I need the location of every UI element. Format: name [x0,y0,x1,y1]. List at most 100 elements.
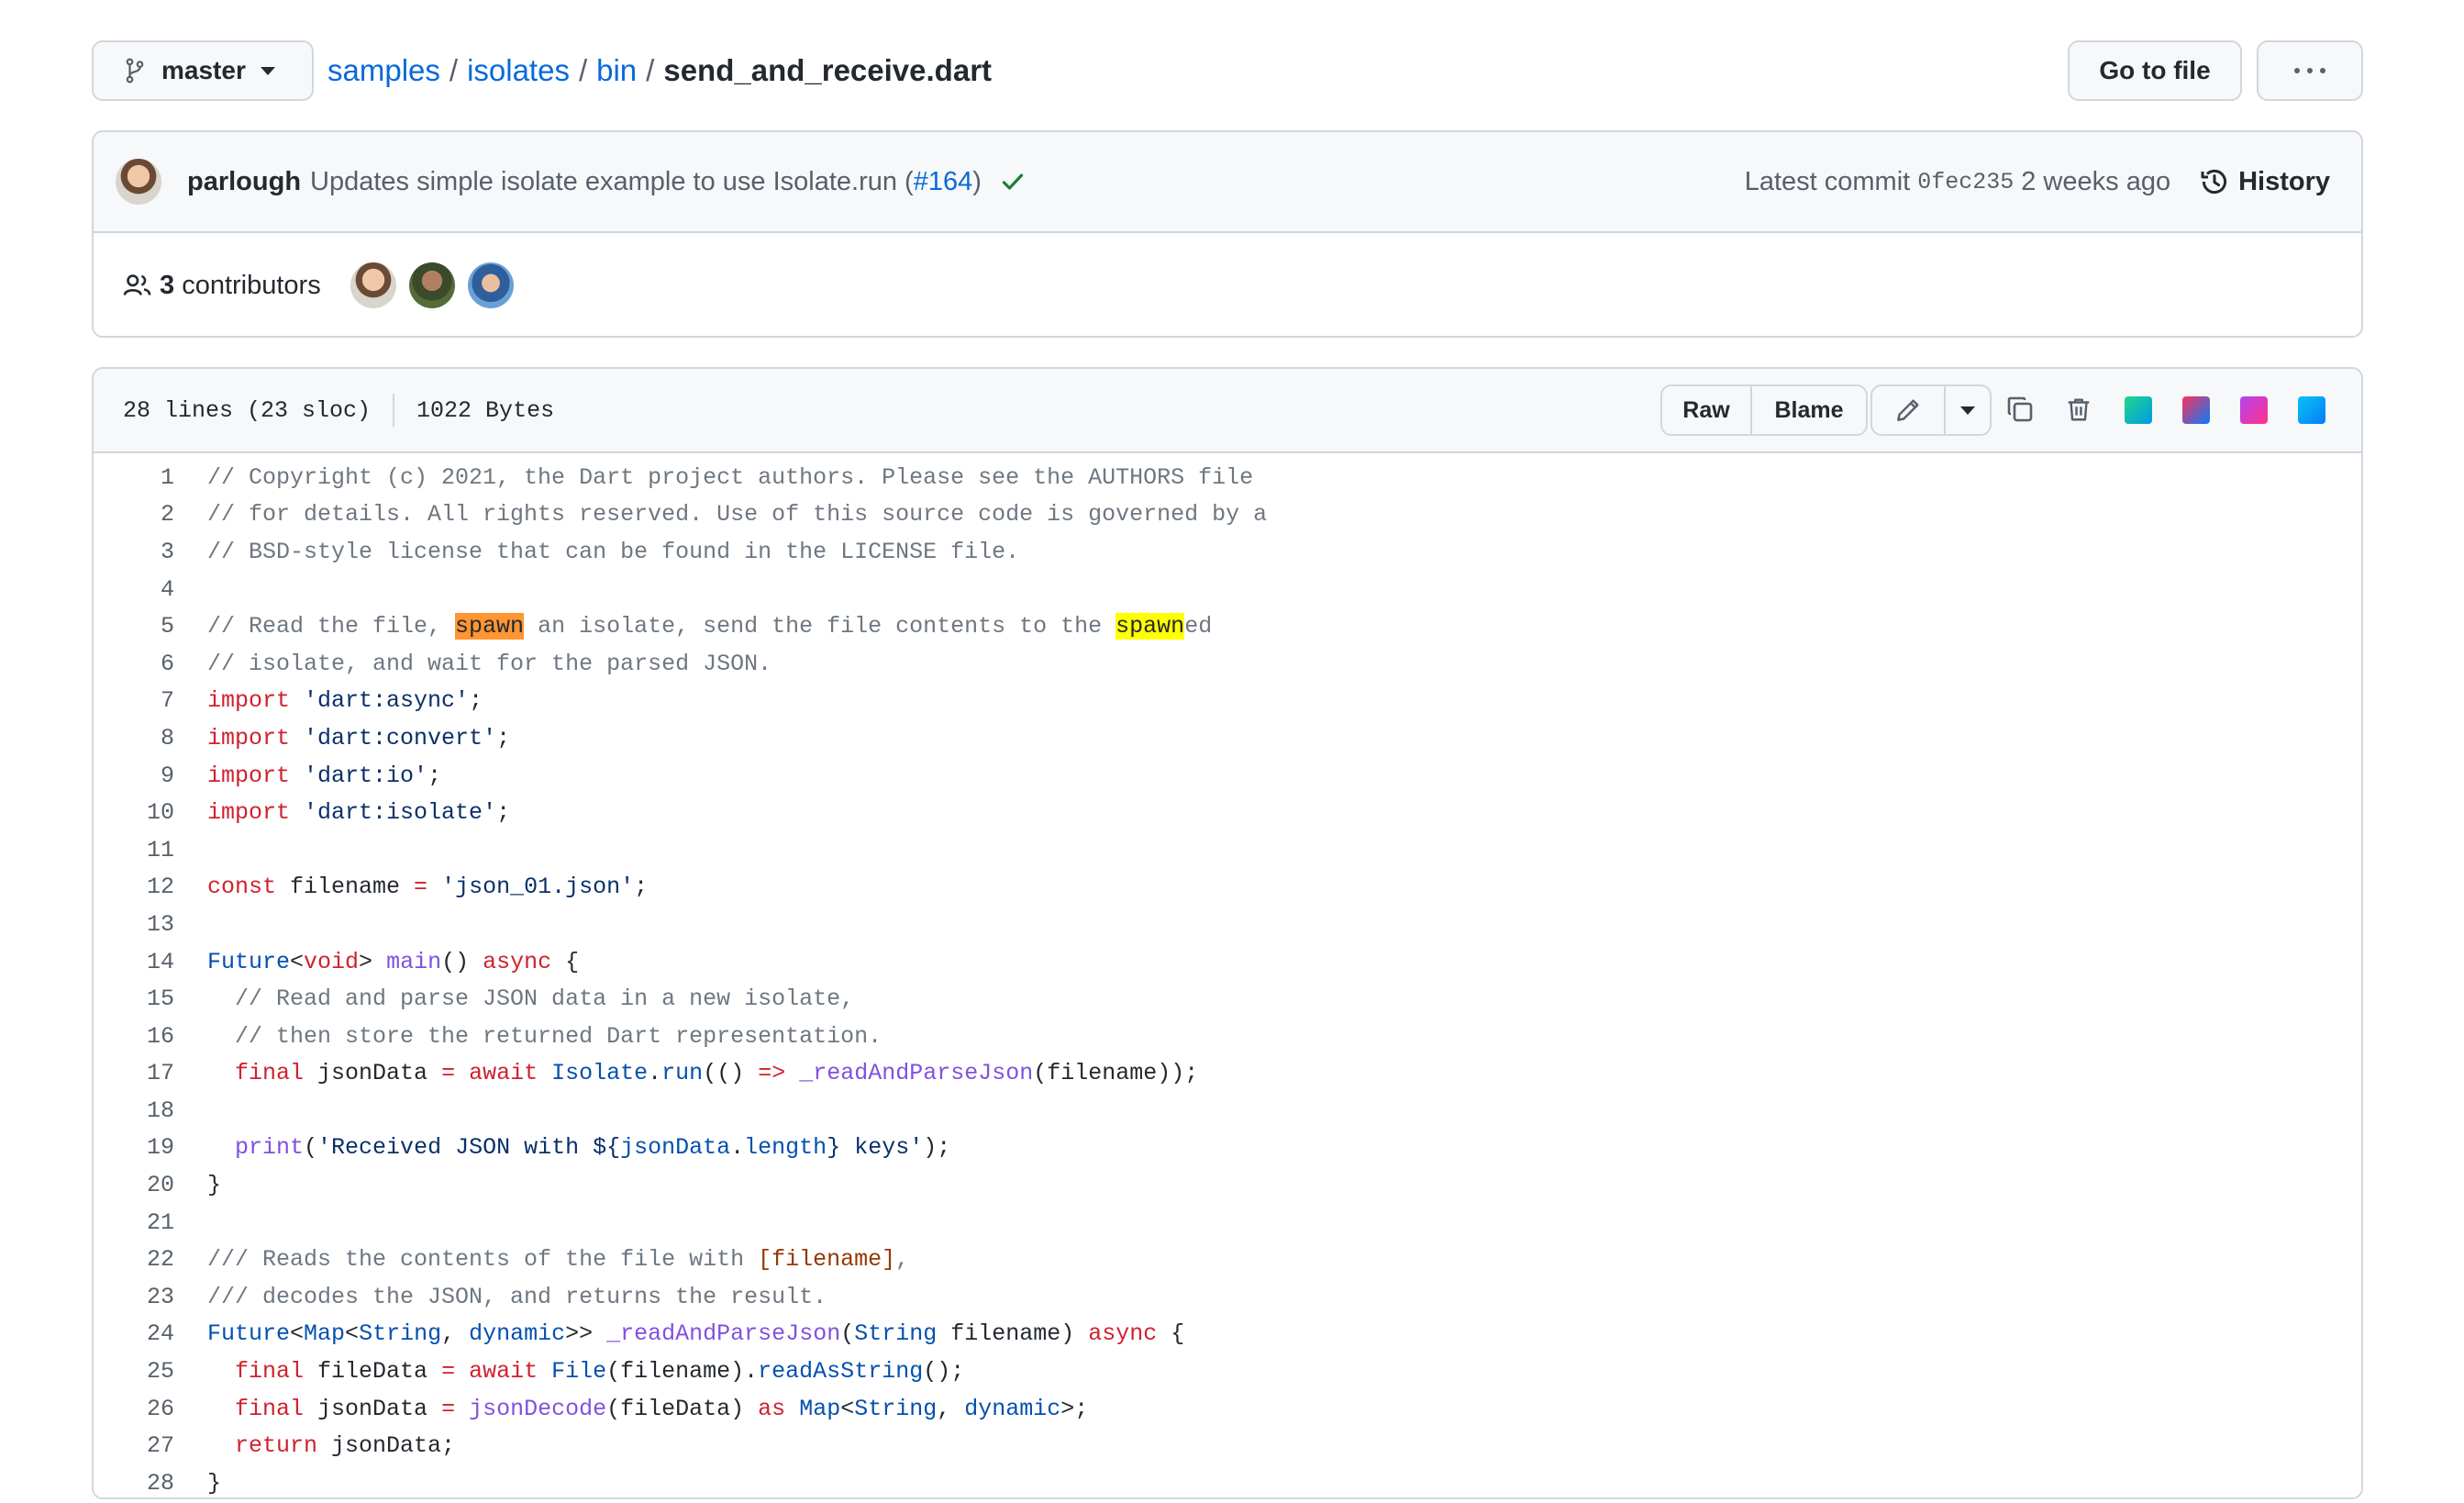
contributor-avatars [350,262,514,308]
breadcrumb: samples / isolates / bin / send_and_rece… [327,40,992,101]
code-line: 1 // Copyright (c) 2021, the Dart project… [94,459,2361,496]
contributors-label: contributors [182,270,321,300]
code-content: import 'dart:convert'; [207,724,511,752]
code-line: 18 [94,1092,2361,1130]
commit-author-link[interactable]: parlough [187,167,301,197]
line-number[interactable]: 27 [94,1432,174,1459]
line-number[interactable]: 26 [94,1396,174,1422]
line-number[interactable]: 12 [94,874,174,900]
line-number[interactable]: 3 [94,539,174,565]
code-line: 6 // isolate, and wait for the parsed JSO… [94,645,2361,683]
file-viewer: 28 lines (23 sloc) 1022 Bytes Raw Blame … [92,367,2363,1499]
breadcrumb-repo-link[interactable]: samples [327,53,440,88]
copy-icon [2007,396,2033,422]
breadcrumb-separator: / [646,53,655,87]
line-number[interactable]: 11 [94,837,174,863]
check-icon[interactable] [1000,169,1026,195]
commit-message[interactable]: Updates simple isolate example to use Is… [310,167,982,197]
pull-request-link[interactable]: #164 [914,167,973,196]
line-number[interactable]: 5 [94,613,174,640]
code-line: 14 Future<void> main() async { [94,943,2361,981]
contributor-avatar[interactable] [467,262,514,308]
contributor-avatar[interactable] [408,262,455,308]
trash-icon [2068,398,2090,421]
breadcrumb-bin-link[interactable]: bin [596,53,637,88]
history-label: History [2238,166,2330,196]
blame-button[interactable]: Blame [1752,386,1866,434]
breadcrumb-isolates-link[interactable]: isolates [467,53,570,88]
clion-icon[interactable] [2125,396,2152,424]
contributors-link[interactable]: 3 contributors [160,271,321,301]
line-number[interactable]: 17 [94,1060,174,1086]
breadcrumb-separator: / [578,53,588,87]
commit-sha-link[interactable]: 0fec235 [1917,169,2014,195]
line-number[interactable]: 8 [94,725,174,752]
line-number[interactable]: 25 [94,1358,174,1385]
line-number[interactable]: 24 [94,1320,174,1347]
chevron-down-icon [260,66,275,75]
code-line: 13 [94,906,2361,943]
go-to-file-button[interactable]: Go to file [2068,40,2242,101]
copy-raw-button[interactable] [2003,393,2037,426]
webstorm-icon[interactable] [2298,396,2325,424]
line-number[interactable]: 15 [94,985,174,1012]
kebab-dot-icon [2320,68,2325,73]
line-number[interactable]: 9 [94,763,174,789]
code-line: 15 // Read and parse JSON data in a new … [94,980,2361,1018]
phpstorm-icon[interactable] [2240,396,2268,424]
line-number[interactable]: 21 [94,1209,174,1236]
line-number[interactable]: 14 [94,949,174,975]
code-listing: 1 // Copyright (c) 2021, the Dart project… [94,453,2361,1497]
line-number[interactable]: 16 [94,1023,174,1050]
code-content: // then store the returned Dart represen… [207,1022,882,1050]
contributors-row: 3 contributors [94,233,2361,336]
code-content: final jsonData = jsonDecode(fileData) as… [235,1395,1089,1422]
code-content: final jsonData = await Isolate.run(() =>… [235,1060,1199,1087]
contributor-avatar[interactable] [350,262,396,308]
line-number[interactable]: 28 [94,1470,174,1497]
code-line: 21 [94,1204,2361,1241]
code-line: 24 Future<Map<String, dynamic>> _readAndP… [94,1316,2361,1353]
line-number[interactable]: 10 [94,799,174,826]
line-number[interactable]: 4 [94,576,174,603]
delete-file-button[interactable] [2062,393,2095,426]
raw-button[interactable]: Raw [1662,386,1752,434]
code-content: Future<void> main() async { [207,948,580,975]
branch-selector-button[interactable]: master [92,40,314,101]
line-number[interactable]: 22 [94,1246,174,1273]
line-number[interactable]: 23 [94,1284,174,1310]
line-number[interactable]: 6 [94,651,174,677]
edit-file-button[interactable] [1872,386,1946,434]
code-line: 20} [94,1166,2361,1204]
code-line: 8 import 'dart:convert'; [94,719,2361,757]
code-line: 22 /// Reads the contents of the file wit… [94,1241,2361,1278]
line-number[interactable]: 20 [94,1172,174,1198]
code-line: 25 final fileData = await File(filename)… [94,1353,2361,1390]
line-number[interactable]: 7 [94,687,174,714]
file-line-count: 28 lines (23 sloc) [123,396,372,424]
more-options-button[interactable] [2257,40,2363,101]
edit-options-dropdown[interactable] [1946,386,1990,434]
file-navigation: master samples / isolates / bin / send_a… [92,40,2363,101]
commit-message-text: Updates simple isolate example to use Is… [310,166,914,196]
code-content: // Read the file, spawn an isolate, send… [207,613,1213,640]
branch-name: master [161,56,246,84]
line-number[interactable]: 19 [94,1134,174,1161]
code-content: print('Received JSON with ${jsonData.len… [235,1134,951,1162]
code-content: // for details. All rights reserved. Use… [207,501,1268,529]
line-number[interactable]: 18 [94,1097,174,1124]
code-content: } [207,1469,222,1497]
author-avatar[interactable] [116,159,161,205]
line-number[interactable]: 13 [94,911,174,938]
code-content: // Read and parse JSON data in a new iso… [207,985,855,1013]
breadcrumb-separator: / [449,53,459,87]
kebab-dot-icon [2307,68,2313,73]
intellij-icon[interactable] [2182,396,2210,424]
line-number[interactable]: 2 [94,501,174,528]
line-number[interactable]: 1 [94,464,174,491]
commit-time: 2 weeks ago [2021,166,2171,196]
history-button[interactable]: History [2200,167,2330,197]
raw-blame-group: Raw Blame [1660,384,1868,436]
edit-group [1870,384,1992,436]
commit-meta: Latest commit 0fec235 2 weeks ago Histor… [1745,132,2330,231]
